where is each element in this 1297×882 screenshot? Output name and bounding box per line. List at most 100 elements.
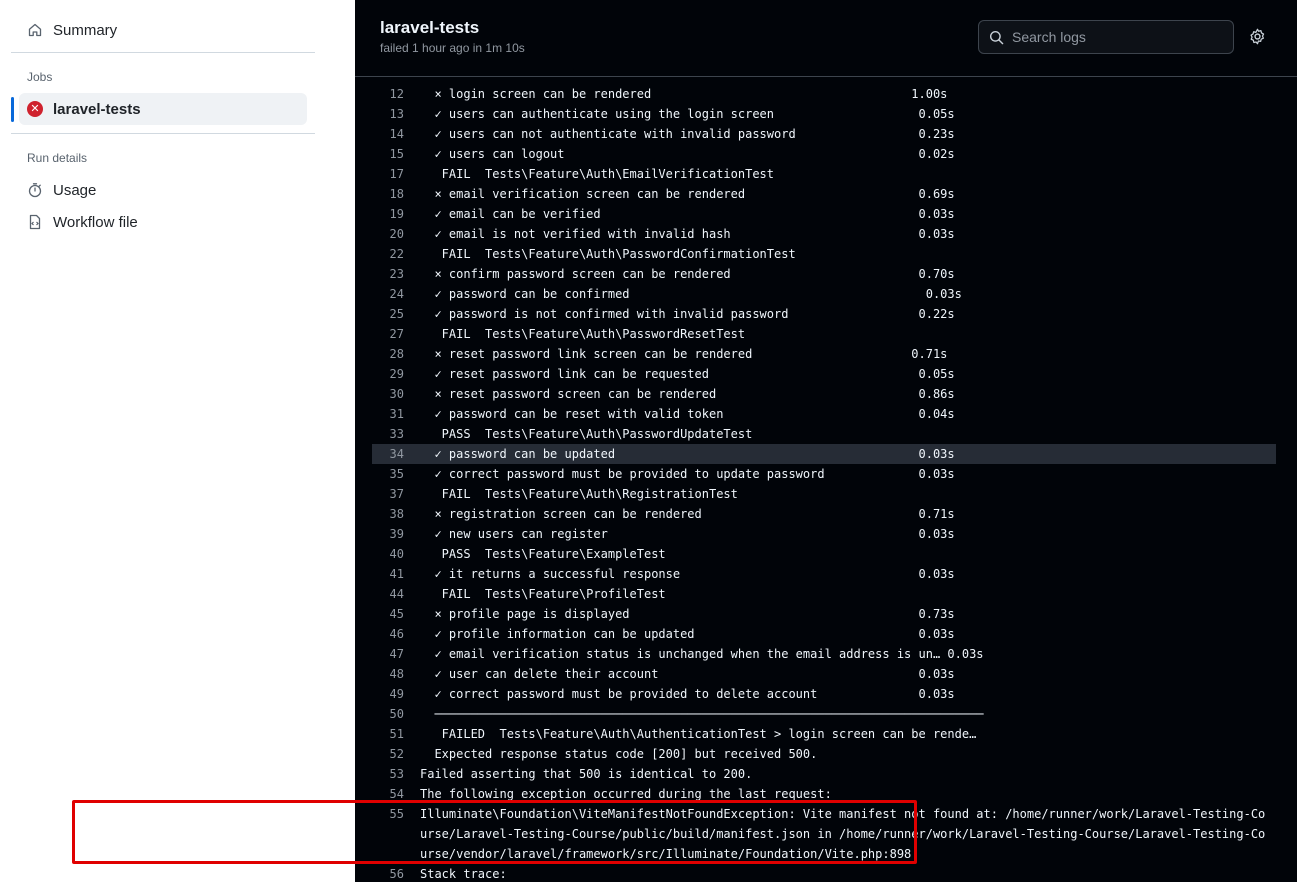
log-line-number[interactable]: 14 bbox=[372, 127, 420, 141]
log-line-text: ✓ users can authenticate using the login… bbox=[420, 107, 955, 121]
log-line-number[interactable]: 55 bbox=[372, 804, 420, 821]
log-line-number[interactable]: 30 bbox=[372, 387, 420, 401]
log-line-number[interactable]: 45 bbox=[372, 607, 420, 621]
log-line-number[interactable]: 28 bbox=[372, 347, 420, 361]
log-line[interactable]: 38 × registration screen can be rendered… bbox=[372, 504, 1276, 524]
log-line-number[interactable]: 12 bbox=[372, 87, 420, 101]
log-line-text: × confirm password screen can be rendere… bbox=[420, 267, 955, 281]
log-line[interactable]: 54 The following exception occurred durin… bbox=[372, 784, 1276, 804]
log-line-number[interactable]: 37 bbox=[372, 487, 420, 501]
log-line-number[interactable]: 15 bbox=[372, 147, 420, 161]
log-line[interactable]: 55 Illuminate\Foundation\ViteManifestNotF… bbox=[372, 804, 1276, 864]
log-line[interactable]: 44 FAIL Tests\Feature\ProfileTest bbox=[372, 584, 1276, 604]
log-line-number[interactable]: 18 bbox=[372, 187, 420, 201]
log-line[interactable]: 17 FAIL Tests\Feature\Auth\EmailVerifica… bbox=[372, 164, 1276, 184]
log-line[interactable]: 53 Failed asserting that 500 is identical… bbox=[372, 764, 1276, 784]
log-line[interactable]: 30 × reset password screen can be render… bbox=[372, 384, 1276, 404]
log-line[interactable]: 24 ✓ password can be confirmed 0.03s bbox=[372, 284, 1276, 304]
log-line[interactable]: 23 × confirm password screen can be rend… bbox=[372, 264, 1276, 284]
log-line-number[interactable]: 33 bbox=[372, 427, 420, 441]
log-line-number[interactable]: 46 bbox=[372, 627, 420, 641]
log-line[interactable]: 22 FAIL Tests\Feature\Auth\PasswordConfi… bbox=[372, 244, 1276, 264]
stopwatch-icon bbox=[27, 182, 43, 198]
log-line[interactable]: 13 ✓ users can authenticate using the lo… bbox=[372, 104, 1276, 124]
log-line-number[interactable]: 50 bbox=[372, 707, 420, 721]
gear-icon[interactable] bbox=[1248, 27, 1266, 45]
log-line-number[interactable]: 53 bbox=[372, 767, 420, 781]
log-line[interactable]: 45 × profile page is displayed 0.73s bbox=[372, 604, 1276, 624]
log-line-number[interactable]: 29 bbox=[372, 367, 420, 381]
log-line[interactable]: 12 × login screen can be rendered 1.00s bbox=[372, 84, 1276, 104]
log-line[interactable]: 35 ✓ correct password must be provided t… bbox=[372, 464, 1276, 484]
sidebar-item-workflow-file[interactable]: Workflow file bbox=[19, 206, 307, 238]
log-line-number[interactable]: 44 bbox=[372, 587, 420, 601]
log-line-number[interactable]: 40 bbox=[372, 547, 420, 561]
log-line-text: Illuminate\Foundation\ViteManifestNotFou… bbox=[420, 807, 1266, 861]
log-line-number[interactable]: 17 bbox=[372, 167, 420, 181]
log-line[interactable]: 52 Expected response status code [200] b… bbox=[372, 744, 1276, 764]
log-line-number[interactable]: 48 bbox=[372, 667, 420, 681]
log-line-text: ✓ correct password must be provided to d… bbox=[420, 687, 955, 701]
log-line[interactable]: 20 ✓ email is not verified with invalid … bbox=[372, 224, 1276, 244]
log-line[interactable]: 51 FAILED Tests\Feature\Auth\Authenticat… bbox=[372, 724, 1276, 744]
log-line-text: × email verification screen can be rende… bbox=[420, 187, 955, 201]
search-logs-input[interactable] bbox=[1012, 29, 1212, 45]
log-line[interactable]: 46 ✓ profile information can be updated … bbox=[372, 624, 1276, 644]
log-line[interactable]: 18 × email verification screen can be re… bbox=[372, 184, 1276, 204]
log-line[interactable]: 31 ✓ password can be reset with valid to… bbox=[372, 404, 1276, 424]
log-line-number[interactable]: 51 bbox=[372, 727, 420, 741]
search-logs-box[interactable] bbox=[978, 20, 1234, 54]
log-line-number[interactable]: 54 bbox=[372, 787, 420, 801]
log-line-number[interactable]: 13 bbox=[372, 107, 420, 121]
log-line[interactable]: 27 FAIL Tests\Feature\Auth\PasswordReset… bbox=[372, 324, 1276, 344]
log-line-text: ✓ email is not verified with invalid has… bbox=[420, 227, 955, 241]
log-line-text: ✓ reset password link can be requested 0… bbox=[420, 367, 955, 381]
log-line[interactable]: 28 × reset password link screen can be r… bbox=[372, 344, 1276, 364]
log-line-number[interactable]: 35 bbox=[372, 467, 420, 481]
log-line[interactable]: 41 ✓ it returns a successful response 0.… bbox=[372, 564, 1276, 584]
log-line[interactable]: 50 ─────────────────────────────────────… bbox=[372, 704, 1276, 724]
sidebar-item-summary-label: Summary bbox=[53, 21, 118, 39]
log-line-number[interactable]: 47 bbox=[372, 647, 420, 661]
log-line[interactable]: 34 ✓ password can be updated 0.03s bbox=[372, 444, 1276, 464]
log-line-number[interactable]: 34 bbox=[372, 447, 420, 461]
log-line[interactable]: 56 Stack trace: bbox=[372, 864, 1276, 882]
log-line-number[interactable]: 24 bbox=[372, 287, 420, 301]
log-line[interactable]: 49 ✓ correct password must be provided t… bbox=[372, 684, 1276, 704]
log-line-number[interactable]: 41 bbox=[372, 567, 420, 581]
sidebar-item-summary[interactable]: Summary bbox=[19, 14, 307, 46]
log-line[interactable]: 39 ✓ new users can register 0.03s bbox=[372, 524, 1276, 544]
log-line-number[interactable]: 56 bbox=[372, 867, 420, 881]
sidebar-item-usage[interactable]: Usage bbox=[19, 174, 307, 206]
log-line-text: × login screen can be rendered 1.00s bbox=[420, 87, 948, 101]
log-line-number[interactable]: 19 bbox=[372, 207, 420, 221]
log-line-number[interactable]: 39 bbox=[372, 527, 420, 541]
log-line-number[interactable]: 31 bbox=[372, 407, 420, 421]
log-line-text: ✓ users can logout 0.02s bbox=[420, 147, 955, 161]
log-line[interactable]: 48 ✓ user can delete their account 0.03s bbox=[372, 664, 1276, 684]
log-line-text: Expected response status code [200] but … bbox=[420, 747, 818, 761]
log-line[interactable]: 33 PASS Tests\Feature\Auth\PasswordUpdat… bbox=[372, 424, 1276, 444]
log-line[interactable]: 47 ✓ email verification status is unchan… bbox=[372, 644, 1276, 664]
log-line[interactable]: 37 FAIL Tests\Feature\Auth\RegistrationT… bbox=[372, 484, 1276, 504]
log-line-number[interactable]: 20 bbox=[372, 227, 420, 241]
sidebar-item-job[interactable]: ✕ laravel-tests bbox=[19, 93, 307, 125]
log-line[interactable]: 29 ✓ reset password link can be requeste… bbox=[372, 364, 1276, 384]
log-line-number[interactable]: 38 bbox=[372, 507, 420, 521]
log-line-text: × profile page is displayed 0.73s bbox=[420, 607, 955, 621]
log-line-number[interactable]: 23 bbox=[372, 267, 420, 281]
log-line[interactable]: 25 ✓ password is not confirmed with inva… bbox=[372, 304, 1276, 324]
log-line[interactable]: 15 ✓ users can logout 0.02s bbox=[372, 144, 1276, 164]
log-line-number[interactable]: 49 bbox=[372, 687, 420, 701]
log-line-number[interactable]: 22 bbox=[372, 247, 420, 261]
log-line-text: ✓ it returns a successful response 0.03s bbox=[420, 567, 955, 581]
log-lines: 12 × login screen can be rendered 1.00s 1… bbox=[372, 84, 1276, 882]
log-line-number[interactable]: 27 bbox=[372, 327, 420, 341]
log-line[interactable]: 14 ✓ users can not authenticate with inv… bbox=[372, 124, 1276, 144]
log-line-text: FAIL Tests\Feature\ProfileTest bbox=[420, 587, 666, 601]
sidebar-divider bbox=[11, 52, 315, 53]
log-line[interactable]: 19 ✓ email can be verified 0.03s bbox=[372, 204, 1276, 224]
log-line-number[interactable]: 52 bbox=[372, 747, 420, 761]
log-line-number[interactable]: 25 bbox=[372, 307, 420, 321]
log-line[interactable]: 40 PASS Tests\Feature\ExampleTest bbox=[372, 544, 1276, 564]
